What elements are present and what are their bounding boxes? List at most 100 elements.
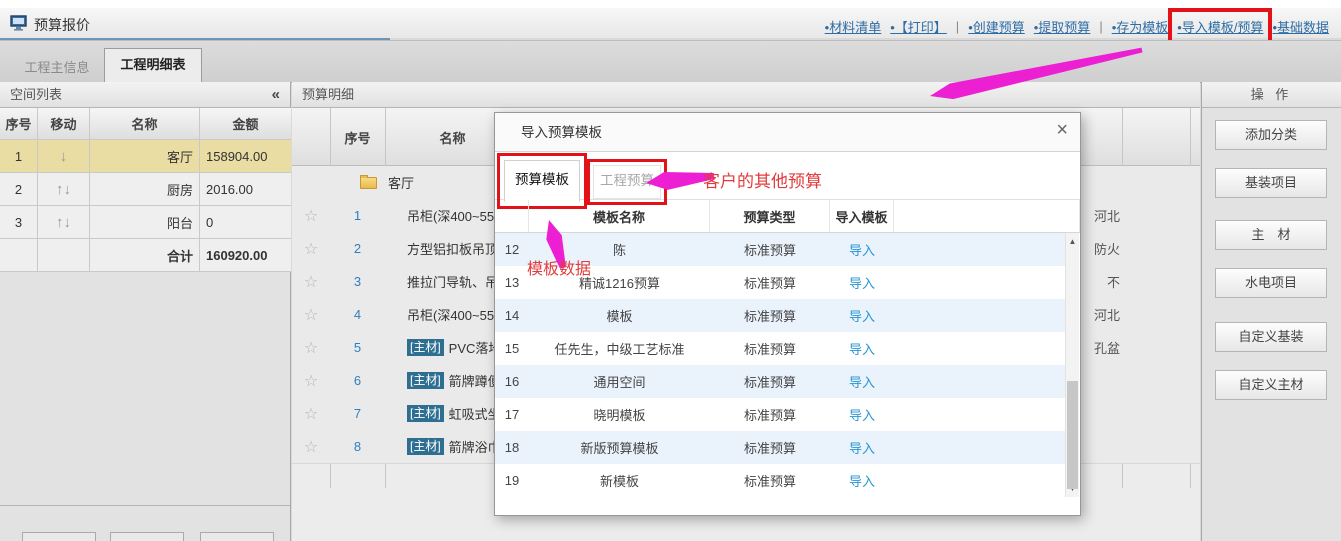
row-number: 8: [330, 430, 385, 463]
move-up-icon[interactable]: ↑: [56, 215, 64, 230]
space-table: 序号移动名称金额1↓客厅158904.002↑↓厨房2016.003↑↓阳台0合…: [0, 108, 291, 272]
template-row[interactable]: 14模板标准预算导入: [495, 299, 1067, 332]
star-icon[interactable]: ☆: [292, 364, 330, 397]
template-row[interactable]: 16通用空间标准预算导入: [495, 365, 1067, 398]
budget-detail-header: 预算明细: [292, 82, 1200, 108]
scrollbar[interactable]: ▲ ▼: [1065, 233, 1079, 497]
row-number: 5: [330, 331, 385, 364]
move-cell: ↑↓: [38, 206, 90, 238]
empty-cell: [894, 299, 1067, 332]
item-name-cell: 吊柜(深400~550: [407, 298, 501, 331]
move-cell: ↓: [38, 140, 90, 172]
star-icon[interactable]: ☆: [292, 199, 330, 232]
star-icon[interactable]: ☆: [292, 232, 330, 265]
toolbar-link[interactable]: •【打印】: [890, 17, 947, 36]
star-icon[interactable]: ☆: [292, 397, 330, 430]
move-up-icon[interactable]: ↑: [56, 182, 64, 197]
import-link[interactable]: 导入: [849, 339, 875, 358]
main-material-badge: [主材]: [407, 372, 444, 389]
action-button[interactable]: 自定义主材: [1215, 370, 1327, 400]
scrollbar-thumb[interactable]: [1067, 381, 1078, 489]
template-row[interactable]: 15任先生，中级工艺标准标准预算导入: [495, 332, 1067, 365]
row-number: 3: [0, 206, 38, 238]
page-title: 预算报价: [34, 15, 90, 35]
toolbar-separator: |: [956, 19, 959, 34]
budget-type: 标准预算: [710, 332, 830, 365]
action-button[interactable]: 水电项目: [1215, 268, 1327, 298]
star-icon[interactable]: ☆: [292, 430, 330, 463]
tab-strip: 工程主信息工程明细表: [0, 41, 1341, 83]
template-row[interactable]: 19新模板标准预算导入: [495, 464, 1067, 497]
template-name: 通用空间: [529, 365, 710, 398]
toolbar-link[interactable]: •基础数据: [1272, 17, 1329, 36]
move-down-icon[interactable]: ↓: [60, 149, 68, 164]
row-number: 2: [330, 232, 385, 265]
star-icon[interactable]: ☆: [292, 331, 330, 364]
import-cell: 导入: [830, 431, 894, 464]
tab-project-detail[interactable]: 工程明细表: [104, 48, 202, 82]
star-icon[interactable]: ☆: [292, 265, 330, 298]
close-icon[interactable]: ×: [1056, 119, 1068, 142]
folder-icon: [360, 177, 377, 189]
import-link[interactable]: 导入: [849, 306, 875, 325]
empty-cell: [894, 431, 1067, 464]
dialog-tab-budget-template[interactable]: 预算模板: [504, 160, 580, 202]
budget-type: 标准预算: [710, 365, 830, 398]
toolbar-link[interactable]: •创建预算: [968, 17, 1025, 36]
toolbar-link[interactable]: •导入模板/预算: [1177, 17, 1263, 36]
collapse-icon[interactable]: «: [272, 82, 280, 107]
action-button[interactable]: 主 材: [1215, 220, 1327, 250]
star-icon[interactable]: ☆: [292, 298, 330, 331]
toolbar-link[interactable]: •存为模板: [1112, 17, 1169, 36]
import-link[interactable]: 导入: [849, 405, 875, 424]
import-link[interactable]: 导入: [849, 372, 875, 391]
dialog-column-header: 模板名称: [529, 200, 710, 232]
space-total-row: 合计160920.00: [0, 239, 291, 272]
import-link[interactable]: 导入: [849, 438, 875, 457]
move-down-icon[interactable]: ↓: [64, 182, 72, 197]
dialog-column-header: 导入模板: [830, 200, 894, 232]
empty-header-cell: [495, 200, 529, 232]
toolbar: •材料清单 •【打印】 | •创建预算 •提取预算 | •存为模板 •导入模板/预算 •基础数据: [825, 17, 1329, 36]
partial-button[interactable]: [22, 532, 96, 541]
import-cell: 导入: [830, 398, 894, 431]
space-row[interactable]: 1↓客厅158904.00: [0, 140, 291, 173]
space-list-title: 空间列表: [10, 87, 62, 102]
item-name-cell: [主材]PVC落地: [407, 331, 501, 364]
action-button[interactable]: 自定义基装: [1215, 322, 1327, 352]
column-header: 序号: [0, 108, 38, 139]
action-button[interactable]: 添加分类: [1215, 120, 1327, 150]
import-cell: 导入: [830, 233, 894, 266]
partial-button[interactable]: [200, 532, 274, 541]
row-number: 7: [330, 397, 385, 430]
import-link[interactable]: 导入: [849, 471, 875, 490]
action-button[interactable]: 基装项目: [1215, 168, 1327, 198]
scroll-up-icon[interactable]: ▲: [1066, 237, 1079, 246]
budget-type: 标准预算: [710, 398, 830, 431]
template-row[interactable]: 18新版预算模板标准预算导入: [495, 431, 1067, 464]
budget-detail-title: 预算明细: [302, 87, 354, 102]
group-name: 客厅: [360, 166, 414, 199]
row-number: 17: [495, 398, 529, 431]
partial-button[interactable]: [110, 532, 184, 541]
item-name: 吊柜(深400~550: [407, 206, 501, 225]
space-name: 厨房: [90, 173, 200, 205]
empty-cell: [894, 233, 1067, 266]
tab-project-info[interactable]: 工程主信息: [10, 56, 104, 82]
toolbar-separator: |: [1099, 19, 1102, 34]
column-header: 名称: [90, 108, 200, 139]
import-link[interactable]: 导入: [849, 273, 875, 292]
space-list-panel: 空间列表 « 序号移动名称金额1↓客厅158904.002↑↓厨房2016.00…: [0, 82, 291, 541]
move-down-icon[interactable]: ↓: [64, 215, 72, 230]
template-name: 新模板: [529, 464, 710, 497]
budget-type: 标准预算: [710, 233, 830, 266]
space-row[interactable]: 2↑↓厨房2016.00: [0, 173, 291, 206]
template-row[interactable]: 17晓明模板标准预算导入: [495, 398, 1067, 431]
annotation-template-data: 模板数据: [527, 255, 591, 279]
toolbar-link[interactable]: •材料清单: [825, 17, 882, 36]
import-link[interactable]: 导入: [849, 240, 875, 259]
item-name: 吊柜(深400~550: [407, 305, 501, 324]
space-row[interactable]: 3↑↓阳台0: [0, 206, 291, 239]
toolbar-link[interactable]: •提取预算: [1034, 17, 1091, 36]
dialog-tab-project-budget[interactable]: 工程预算: [593, 165, 661, 199]
